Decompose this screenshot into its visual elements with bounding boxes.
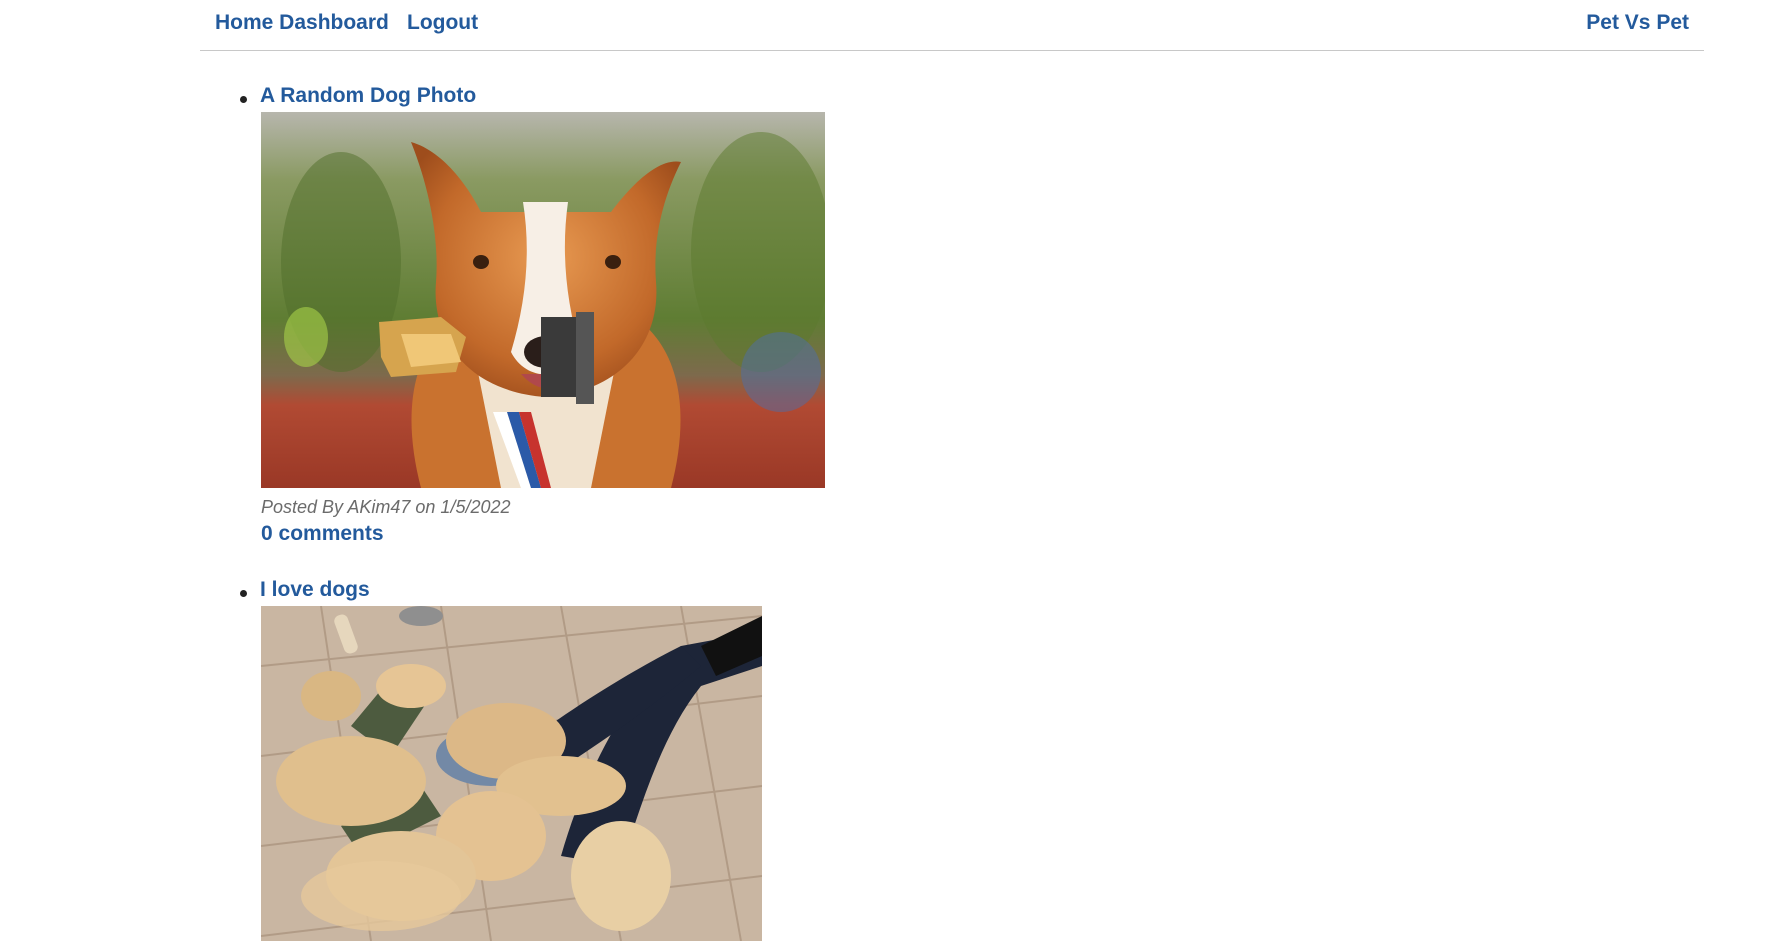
home-dashboard-link[interactable]: Home Dashboard	[215, 11, 389, 35]
comments-link[interactable]: 0 comments	[261, 522, 384, 546]
post-meta: Posted By AKim47 on 1/5/2022	[261, 497, 511, 517]
post-image[interactable]	[261, 606, 762, 941]
post-title-link[interactable]: I love dogs	[260, 578, 370, 602]
post-title-link[interactable]: A Random Dog Photo	[260, 84, 476, 108]
list-bullet	[240, 590, 247, 597]
list-bullet	[240, 96, 247, 103]
brand-link[interactable]: Pet Vs Pet	[1586, 11, 1689, 35]
top-navigation: Home Dashboard Logout Pet Vs Pet	[200, 0, 1704, 51]
logout-link[interactable]: Logout	[407, 11, 478, 35]
post-image[interactable]	[261, 112, 825, 488]
